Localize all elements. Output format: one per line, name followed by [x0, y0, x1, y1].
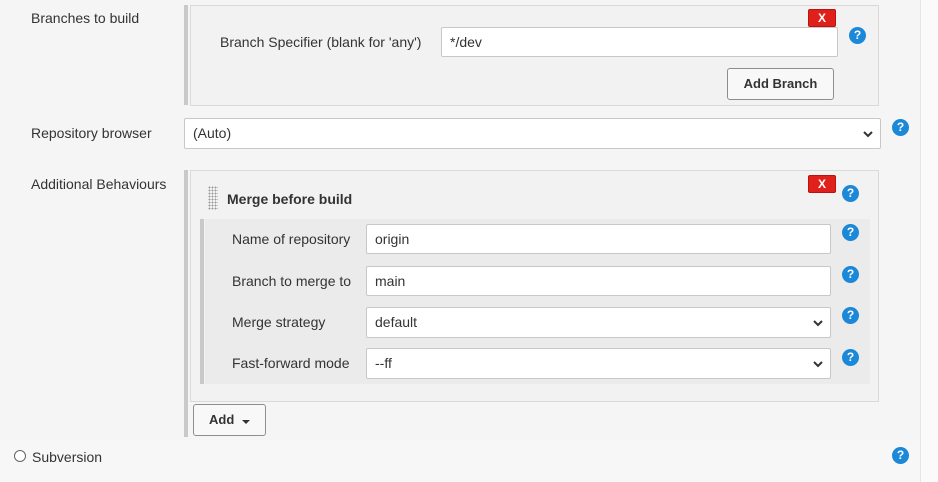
add-behaviour-label: Add [209, 412, 235, 427]
help-icon[interactable]: ? [842, 224, 859, 241]
branch-to-merge-to-input[interactable]: main [366, 266, 831, 296]
repository-browser-value: (Auto) [193, 125, 232, 141]
add-branch-button[interactable]: Add Branch [727, 68, 834, 100]
name-of-repository-label: Name of repository [232, 231, 351, 247]
repository-browser-label: Repository browser [31, 125, 152, 141]
merge-strategy-label: Merge strategy [232, 314, 326, 330]
merge-before-build-title: Merge before build [227, 191, 353, 207]
help-icon[interactable]: ? [842, 185, 859, 202]
help-icon[interactable]: ? [849, 27, 866, 44]
help-icon[interactable]: ? [892, 119, 909, 136]
branch-to-merge-to-label: Branch to merge to [232, 273, 352, 289]
help-icon[interactable]: ? [842, 266, 859, 283]
delete-behaviour-button[interactable]: X [808, 175, 836, 193]
merge-fields-bar [200, 219, 204, 384]
repository-browser-select[interactable]: (Auto) [184, 118, 881, 149]
help-icon[interactable]: ? [892, 447, 909, 464]
merge-strategy-select[interactable]: default [366, 307, 831, 338]
fast-forward-mode-label: Fast-forward mode [232, 355, 350, 371]
subversion-label: Subversion [32, 449, 103, 465]
chevron-down-icon [812, 358, 824, 370]
branches-section-bar [184, 5, 188, 105]
caret-down-icon [241, 406, 250, 436]
drag-handle-icon[interactable] [208, 186, 218, 210]
branch-specifier-input[interactable]: */dev [441, 27, 838, 57]
name-of-repository-input[interactable]: origin [366, 224, 831, 254]
chevron-down-icon [812, 317, 824, 329]
chevron-down-icon [862, 128, 874, 140]
behaviours-section-bar [184, 170, 188, 437]
additional-behaviours-label: Additional Behaviours [31, 176, 167, 192]
delete-branch-button[interactable]: X [808, 9, 836, 27]
page-edge [920, 0, 938, 482]
branch-specifier-label: Branch Specifier (blank for 'any') [220, 34, 422, 50]
merge-strategy-value: default [375, 314, 418, 330]
help-icon[interactable]: ? [842, 307, 859, 324]
add-behaviour-button[interactable]: Add [193, 404, 266, 436]
subversion-radio[interactable] [14, 450, 26, 462]
branches-to-build-label: Branches to build [31, 10, 140, 26]
help-icon[interactable]: ? [842, 349, 859, 366]
fast-forward-mode-value: --ff [375, 355, 392, 371]
fast-forward-mode-select[interactable]: --ff [366, 348, 831, 379]
